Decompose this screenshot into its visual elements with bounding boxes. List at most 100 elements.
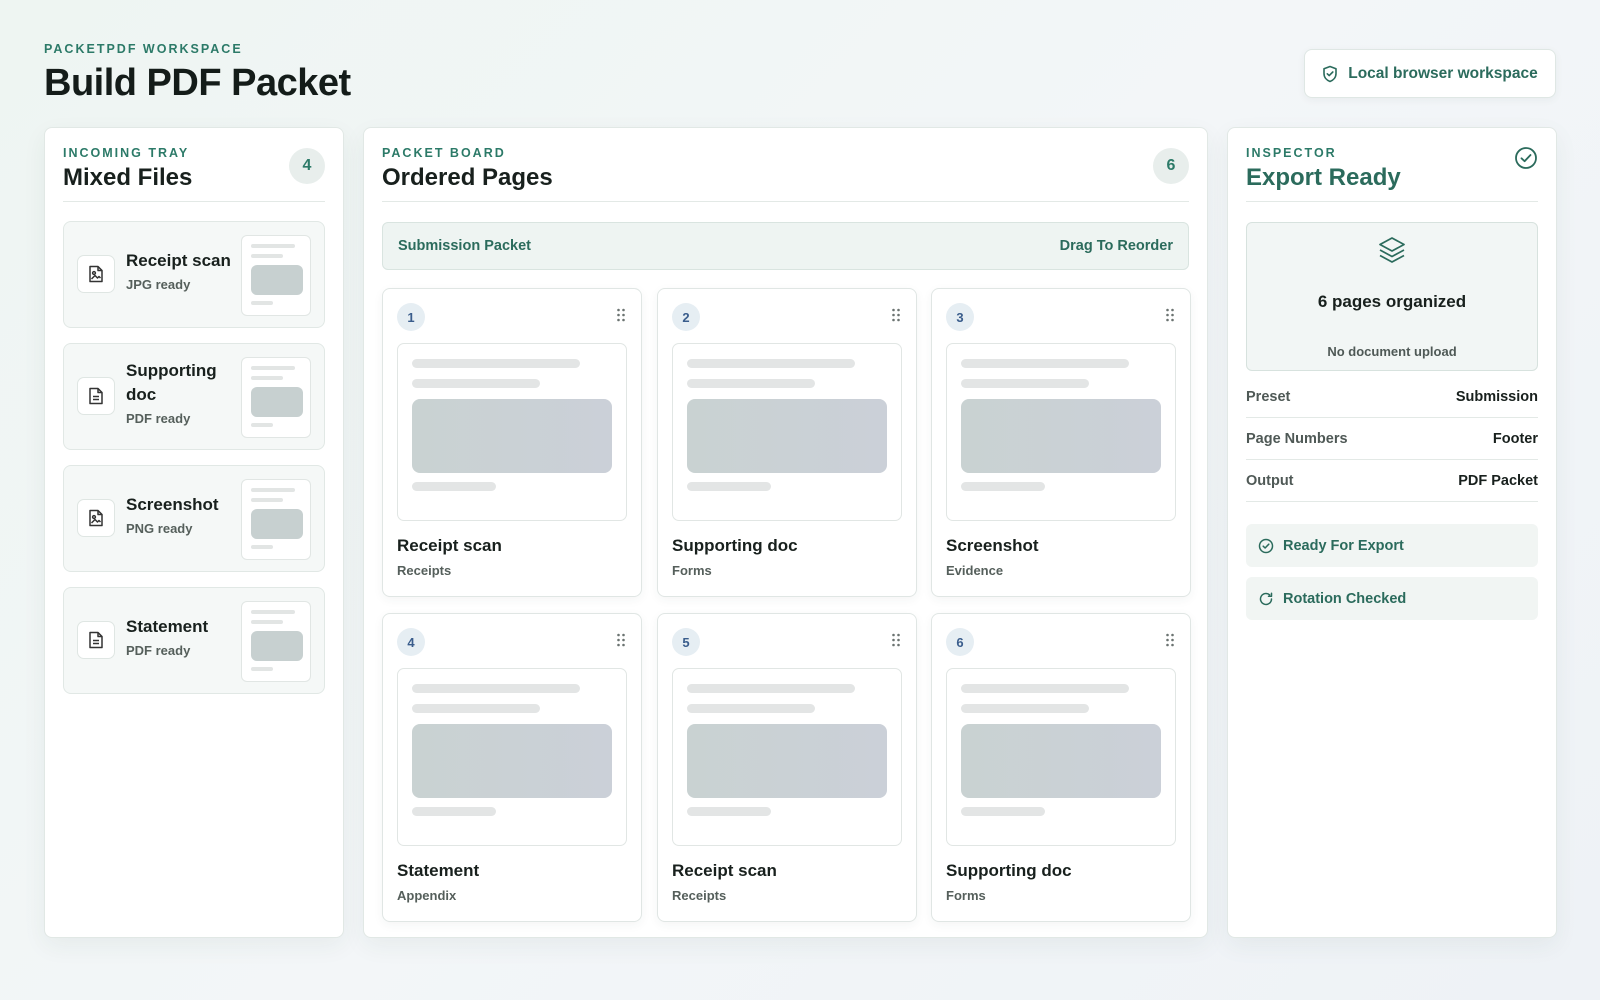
page-number-badge: 1	[397, 303, 425, 331]
page-name: Screenshot	[946, 536, 1039, 555]
tray-item-text: Statement PDF ready	[126, 615, 236, 658]
board-eyebrow: PACKET BOARD	[382, 146, 506, 160]
summary-note: No document upload	[1327, 344, 1457, 359]
tray-item[interactable]: Screenshot PNG ready	[63, 465, 325, 572]
document-file-icon	[77, 621, 115, 659]
page-number-badge: 2	[672, 303, 700, 331]
reorder-hint: Drag To Reorder	[1059, 238, 1173, 254]
prop-value: PDF Packet	[1458, 472, 1538, 489]
status-label: Ready For Export	[1283, 537, 1404, 554]
board-header: PACKET BOARD Ordered Pages 6	[382, 146, 1189, 202]
inspector-title: Export Ready	[1246, 164, 1401, 191]
page-name: Receipt scan	[397, 536, 502, 555]
prop-value: Submission	[1455, 388, 1538, 405]
tray-item-name: Receipt scan	[126, 251, 231, 270]
page-header: PACKETPDF WORKSPACE Build PDF Packet	[44, 42, 351, 105]
summary-box: 6 pages organized No document upload	[1246, 222, 1538, 371]
prop-value: Footer	[1492, 430, 1538, 447]
page-category: Appendix	[397, 888, 457, 903]
file-thumbnail	[241, 601, 311, 682]
tray-item-status: PNG ready	[126, 521, 193, 536]
page-title: Build PDF Packet	[44, 62, 351, 104]
tray-item-name: Statement	[126, 617, 209, 636]
tray-eyebrow: INCOMING TRAY	[63, 146, 190, 160]
tray-item[interactable]: Supporting doc PDF ready	[63, 343, 325, 450]
drag-handle-icon[interactable]	[615, 307, 627, 323]
page-number-badge: 5	[672, 628, 700, 656]
inspector-panel: INSPECTOR Export Ready 6 pages organized…	[1227, 127, 1557, 938]
tray-item-name: Screenshot	[126, 495, 219, 514]
page-thumbnail	[672, 343, 902, 521]
drag-handle-icon[interactable]	[615, 632, 627, 648]
page-category: Forms	[672, 563, 712, 578]
tray-item-status: JPG ready	[126, 277, 191, 292]
file-thumbnail	[241, 235, 311, 316]
tray-item-status: PDF ready	[126, 643, 191, 658]
check-circle-icon	[1258, 538, 1274, 553]
layers-icon	[1379, 237, 1405, 263]
tray-item-text: Receipt scan JPG ready	[126, 249, 236, 292]
page-card[interactable]: 1 Receipt scan Receipts	[382, 288, 642, 597]
board-title: Ordered Pages	[382, 164, 553, 191]
page-card[interactable]: 6 Supporting doc Forms	[931, 613, 1191, 922]
page-thumbnail	[397, 343, 627, 521]
check-circle-icon	[1515, 147, 1537, 169]
inspector-eyebrow: INSPECTOR	[1246, 146, 1337, 160]
tray-item[interactable]: Receipt scan JPG ready	[63, 221, 325, 328]
tray-title: Mixed Files	[63, 164, 193, 191]
workspace-chip[interactable]: Local browser workspace	[1304, 49, 1556, 98]
workspace-label: Local browser workspace	[1348, 64, 1538, 82]
page-card[interactable]: 2 Supporting doc Forms	[657, 288, 917, 597]
incoming-tray-panel: INCOMING TRAY Mixed Files 4 Receipt scan…	[44, 127, 344, 938]
tray-header: INCOMING TRAY Mixed Files 4	[63, 146, 325, 202]
summary-count: 6 pages organized	[1317, 292, 1467, 311]
prop-label: Output	[1246, 472, 1294, 489]
page-category: Forms	[946, 888, 986, 903]
prop-row-page-numbers[interactable]: Page Numbers Footer	[1246, 418, 1538, 460]
tray-item-text: Screenshot PNG ready	[126, 493, 236, 536]
drag-handle-icon[interactable]	[1164, 632, 1176, 648]
page-category: Receipts	[672, 888, 727, 903]
prop-row-output[interactable]: Output PDF Packet	[1246, 460, 1538, 502]
image-file-icon	[77, 499, 115, 537]
packet-name: Submission Packet	[398, 238, 531, 254]
page-number-badge: 4	[397, 628, 425, 656]
prop-row-preset[interactable]: Preset Submission	[1246, 376, 1538, 418]
page-name: Supporting doc	[672, 536, 798, 555]
drag-handle-icon[interactable]	[890, 307, 902, 323]
file-thumbnail	[241, 357, 311, 438]
tray-item-status: PDF ready	[126, 411, 191, 426]
status-rotation-checked: Rotation Checked	[1246, 577, 1538, 620]
page-number-badge: 6	[946, 628, 974, 656]
page-thumbnail	[397, 668, 627, 846]
inspector-header: INSPECTOR Export Ready	[1246, 146, 1538, 202]
page-card[interactable]: 3 Screenshot Evidence	[931, 288, 1191, 597]
page-name: Statement	[397, 861, 480, 880]
tray-count-badge: 4	[289, 148, 325, 184]
submission-bar: Submission Packet Drag To Reorder	[382, 222, 1189, 270]
image-file-icon	[77, 255, 115, 293]
shield-check-icon	[1323, 65, 1338, 82]
drag-handle-icon[interactable]	[1164, 307, 1176, 323]
document-file-icon	[77, 377, 115, 415]
tray-item-text: Supporting doc PDF ready	[126, 359, 236, 426]
status-label: Rotation Checked	[1283, 590, 1407, 607]
prop-label: Page Numbers	[1246, 430, 1348, 447]
page-name: Receipt scan	[672, 861, 777, 880]
tray-item[interactable]: Statement PDF ready	[63, 587, 325, 694]
page-thumbnail	[946, 343, 1176, 521]
rotate-icon	[1259, 592, 1273, 605]
page-card[interactable]: 5 Receipt scan Receipts	[657, 613, 917, 922]
board-count-badge: 6	[1153, 148, 1189, 184]
page-category: Evidence	[946, 563, 1004, 578]
file-thumbnail	[241, 479, 311, 560]
page-category: Receipts	[397, 563, 452, 578]
drag-handle-icon[interactable]	[890, 632, 902, 648]
prop-label: Preset	[1246, 388, 1291, 405]
tray-item-name: Supporting doc	[126, 361, 217, 404]
packet-board-panel: PACKET BOARD Ordered Pages 6 Submission …	[363, 127, 1208, 938]
page-card[interactable]: 4 Statement Appendix	[382, 613, 642, 922]
workspace-eyebrow: PACKETPDF WORKSPACE	[44, 42, 243, 56]
page-number-badge: 3	[946, 303, 974, 331]
page-name: Supporting doc	[946, 861, 1072, 880]
